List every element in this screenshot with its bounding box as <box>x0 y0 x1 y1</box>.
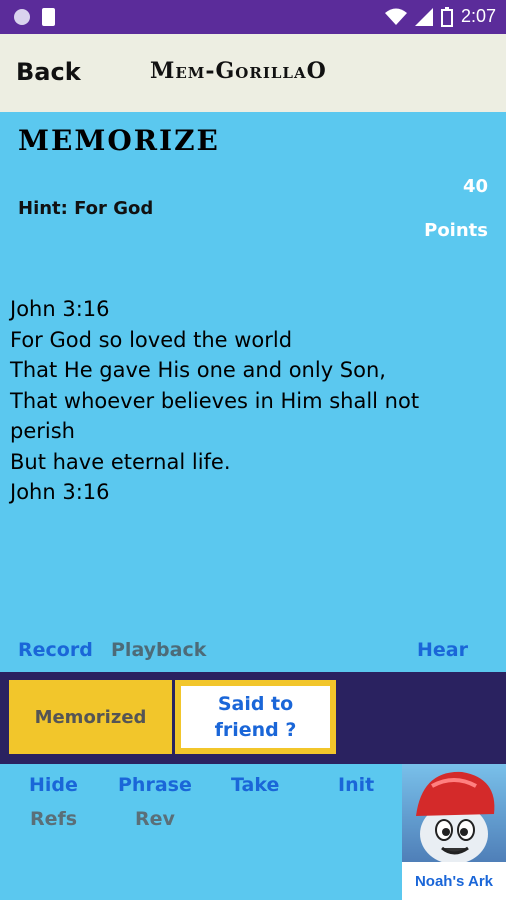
cartoon-character-icon <box>416 771 495 862</box>
points-value: 40 <box>462 176 488 197</box>
hint-text: Hint: For God <box>18 198 154 219</box>
verse-text: John 3:16 For God so loved the world Tha… <box>10 297 420 504</box>
ad-image <box>402 764 506 862</box>
init-button[interactable]: Init <box>338 774 374 796</box>
phrase-button[interactable]: Phrase <box>118 774 192 796</box>
back-button[interactable]: Back <box>16 58 81 86</box>
rev-button[interactable]: Rev <box>135 808 175 830</box>
points-label: Points <box>424 220 488 241</box>
memorize-panel: MEMORIZE Hint: For God 40 Points John 3:… <box>0 112 506 672</box>
notification-icon <box>14 9 30 25</box>
sd-card-icon <box>42 8 55 26</box>
record-button[interactable]: Record <box>18 639 93 661</box>
battery-icon <box>440 6 453 27</box>
ad-caption: Noah's Ark <box>402 862 506 900</box>
clock: 2:07 <box>460 6 496 26</box>
ad-banner[interactable]: Noah's Ark <box>402 764 506 900</box>
take-button[interactable]: Take <box>231 774 279 796</box>
wifi-icon <box>384 8 407 25</box>
app-title: Mem-GorillaO <box>150 58 327 84</box>
refs-button[interactable]: Refs <box>30 808 77 830</box>
signal-icon <box>414 7 433 26</box>
hide-button[interactable]: Hide <box>29 774 78 796</box>
said-to-friend-label: Said to friend ? <box>181 686 330 748</box>
app-bar: Back Mem-GorillaO <box>0 34 506 112</box>
hear-button[interactable]: Hear <box>417 639 468 661</box>
page-title: MEMORIZE <box>18 124 220 157</box>
status-bar: 2:07 <box>0 0 506 34</box>
memorized-button[interactable]: Memorized <box>9 680 172 754</box>
playback-button[interactable]: Playback <box>111 639 206 661</box>
said-to-friend-button[interactable]: Said to friend ? <box>175 680 336 754</box>
